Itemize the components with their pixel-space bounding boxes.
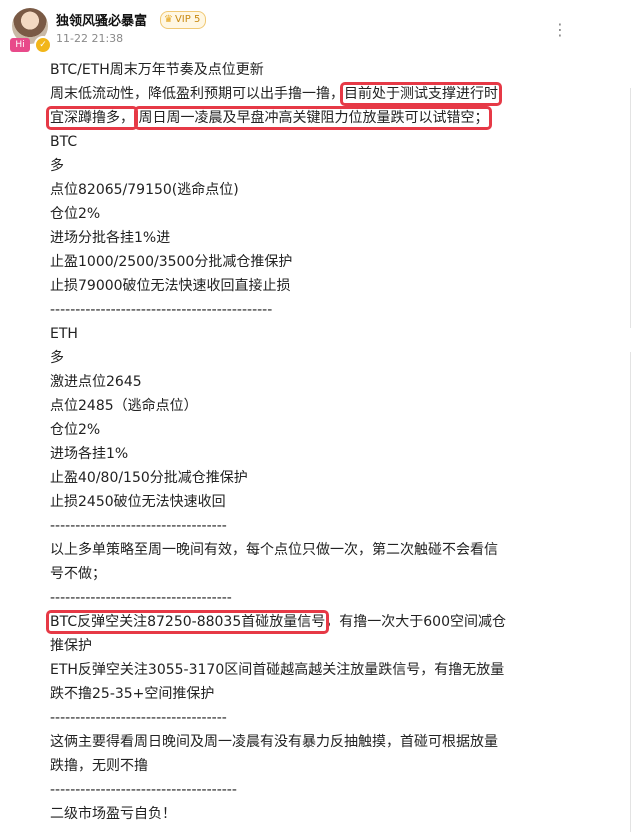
post-line: 点位82065/79150(逃命点位) bbox=[50, 182, 239, 198]
post-line: ETH反弹空关注3055-3170区间首碰越高越关注放量跌信号，有撸无放量 bbox=[50, 662, 505, 678]
post-line: 跌不撸25-35+空间推保护 bbox=[50, 686, 215, 702]
post-line: BTC bbox=[50, 134, 78, 150]
post-line: 跌撸，无则不撸 bbox=[50, 758, 148, 774]
post-line: 这俩主要得看周日晚间及周一凌晨有没有暴力反抽触摸，首碰可根据放量 bbox=[50, 734, 498, 750]
post-line: 仓位2% bbox=[50, 422, 101, 438]
post-header: Hi ✓ 独领风骚必暴富 ♛ VIP 5 11-22 21:38 ⋮ bbox=[10, 8, 612, 54]
post-line: 仓位2% bbox=[50, 206, 101, 222]
scroll-indicator bbox=[630, 352, 631, 832]
post-line: BTC反弹空关注87250-88035首碰放量信号，有撸一次大于600空间减仓 bbox=[45, 610, 595, 634]
vip-label: VIP 5 bbox=[174, 14, 201, 25]
post-line: 二级市场盈亏自负！ bbox=[50, 806, 176, 822]
highlighted-text: BTC反弹空关注87250-88035首碰放量信号 bbox=[45, 610, 330, 634]
highlighted-text: 周日周一凌晨及早盘冲高关键阻力位放量跌可以试错空； bbox=[134, 106, 493, 130]
post-text: 周末低流动性，降低盈利预期可以出手撸一撸， bbox=[50, 86, 344, 102]
post-line: 止损2450破位无法快速收回 bbox=[50, 494, 226, 510]
post-card: Hi ✓ 独领风骚必暴富 ♛ VIP 5 11-22 21:38 ⋮ BTC/ET… bbox=[0, 0, 625, 830]
vip-badge: ♛ VIP 5 bbox=[160, 11, 207, 29]
post-line: ETH bbox=[50, 326, 78, 342]
post-line: 推保护 bbox=[50, 638, 92, 654]
divider-text: ----------------------------------- bbox=[50, 710, 227, 726]
divider-text: ------------------------------------- bbox=[50, 782, 237, 798]
highlighted-text: 宜深蹲撸多， bbox=[46, 106, 138, 130]
post-line: 止盈1000/2500/3500分批减仓推保护 bbox=[50, 254, 293, 270]
post-line: 多 bbox=[50, 350, 64, 366]
divider-text: ------------------------------------ bbox=[50, 590, 232, 606]
post-line: 止盈40/80/150分批减仓推保护 bbox=[50, 470, 248, 486]
post-line: 多 bbox=[50, 158, 64, 174]
crown-icon: ♛ bbox=[164, 14, 173, 25]
post-line: 宜深蹲撸多， 周日周一凌晨及早盘冲高关键阻力位放量跌可以试错空； bbox=[46, 106, 595, 130]
post-line: 激进点位2645 bbox=[50, 374, 142, 390]
post-line: 进场各挂1% bbox=[50, 446, 129, 462]
divider-text: ----------------------------------- bbox=[50, 518, 227, 534]
username[interactable]: 独领风骚必暴富 bbox=[56, 10, 147, 29]
post-body: BTC/ETH周末万年节奏及点位更新 周末低流动性，降低盈利预期可以出手撸一撸，… bbox=[45, 58, 595, 826]
post-line: 止损79000破位无法快速收回直接止损 bbox=[50, 278, 291, 294]
divider-text: ----------------------------------------… bbox=[50, 302, 273, 318]
post-line: 点位2485（逃命点位） bbox=[50, 398, 198, 414]
post-line: BTC/ETH周末万年节奏及点位更新 bbox=[50, 62, 264, 78]
scrollbar-track[interactable] bbox=[624, 0, 638, 832]
post-line: 进场分批各挂1%进 bbox=[50, 230, 171, 246]
post-line: 号不做； bbox=[50, 566, 106, 582]
post-line: 以上多单策略至周一晚间有效，每个点位只做一次，第二次触碰不会看信 bbox=[50, 542, 498, 558]
avatar-badge: Hi bbox=[10, 38, 30, 52]
more-dots-icon[interactable]: ⋮ bbox=[552, 20, 569, 39]
verified-check-icon: ✓ bbox=[34, 36, 52, 54]
scroll-indicator bbox=[630, 88, 631, 328]
post-line: 周末低流动性，降低盈利预期可以出手撸一撸，目前处于测试支撑进行时 bbox=[50, 82, 595, 106]
post-timestamp: 11-22 21:38 bbox=[56, 32, 124, 45]
highlighted-text: 目前处于测试支撑进行时 bbox=[340, 82, 502, 106]
post-text: ，有撸一次大于600空间减仓 bbox=[325, 614, 506, 630]
